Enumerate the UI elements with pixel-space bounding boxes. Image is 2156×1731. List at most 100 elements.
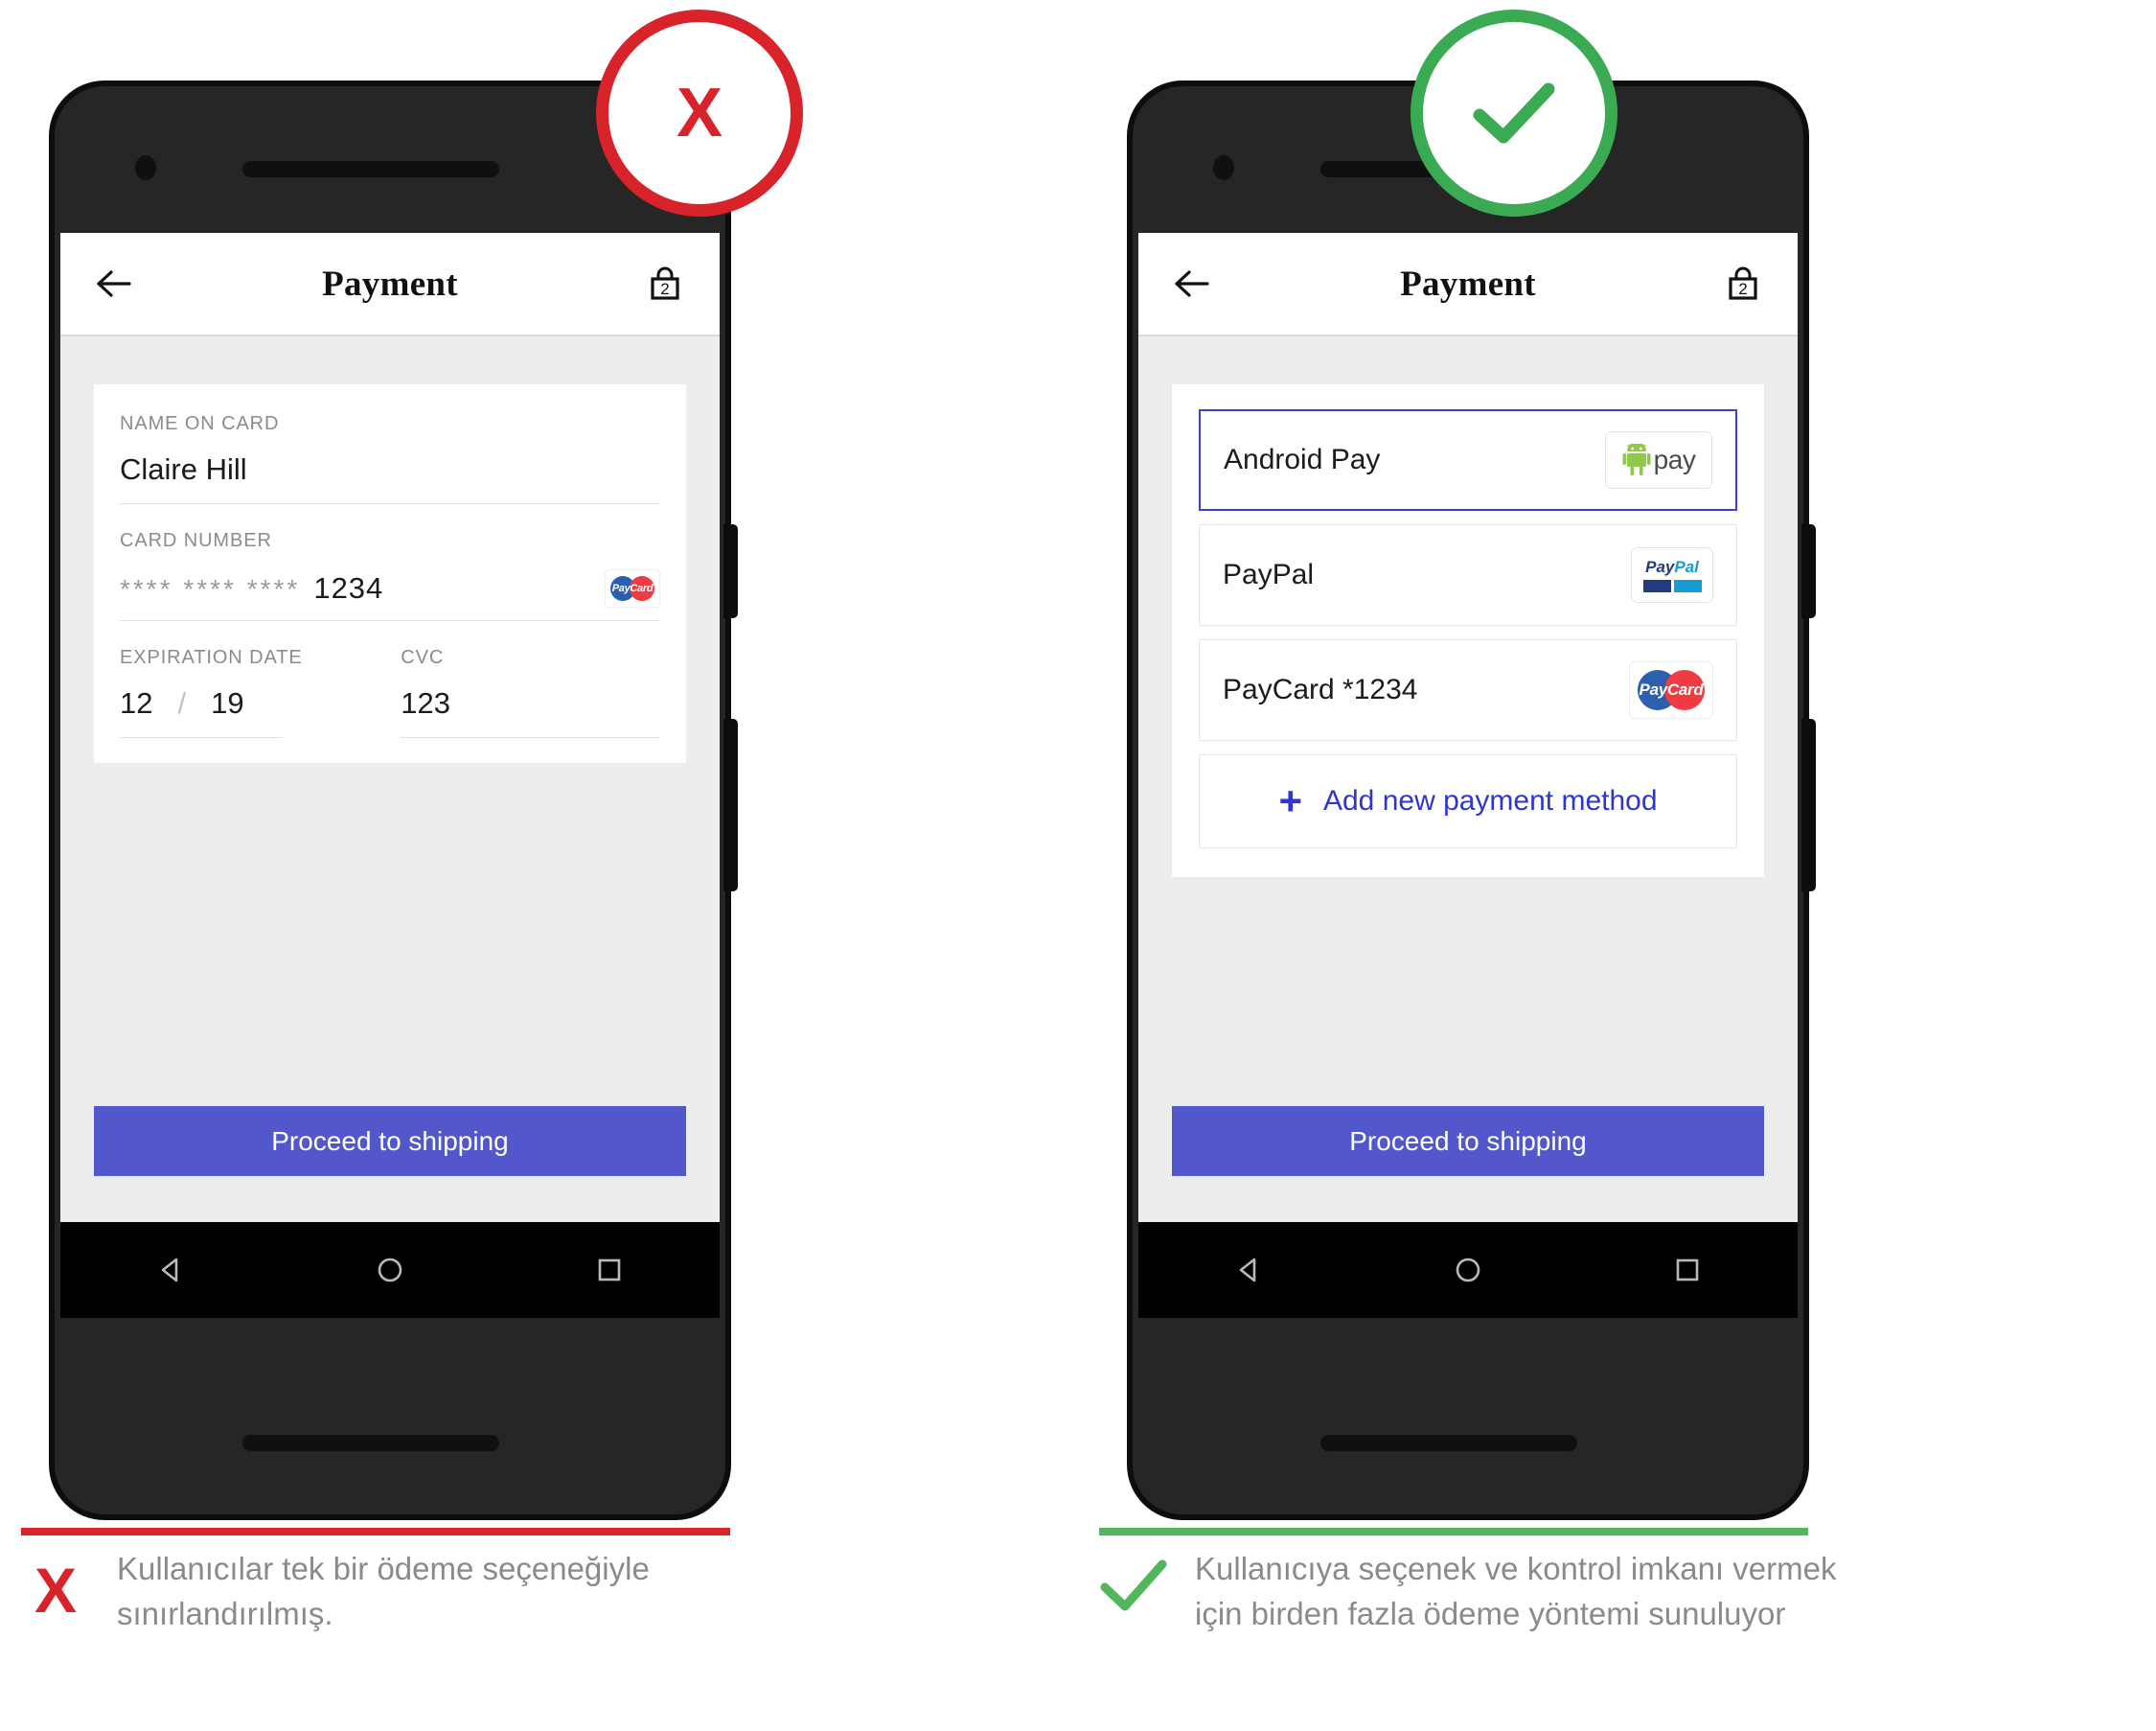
- volume-button[interactable]: [1801, 719, 1816, 891]
- front-camera-icon: [135, 155, 156, 180]
- name-on-card-value[interactable]: Claire Hill: [120, 452, 660, 503]
- nav-back-icon[interactable]: [150, 1250, 191, 1290]
- android-navigation-bar: [60, 1222, 720, 1318]
- caption-text: Kullanıcılar tek bir ödeme seçeneğiyle s…: [117, 1551, 650, 1631]
- android-pay-wordmark: pay: [1653, 445, 1696, 474]
- good-caption: Kullanıcıya seçenek ve kontrol imkanı ve…: [1099, 1547, 1856, 1637]
- cta-container: Proceed to shipping: [60, 1106, 720, 1176]
- cvc-field: CVC 123: [401, 647, 660, 738]
- nav-home-icon[interactable]: [370, 1250, 410, 1290]
- phone-mockup-bad: Payment 2 NAME ON CARD Claire Hill CARD …: [55, 86, 738, 1514]
- earpiece-speaker: [242, 161, 499, 177]
- nav-recents-icon[interactable]: [589, 1250, 630, 1290]
- method-label: PayPal: [1223, 559, 1315, 590]
- shopping-bag-icon[interactable]: 2: [643, 262, 687, 306]
- power-button[interactable]: [1801, 524, 1816, 618]
- caption-text: Kullanıcıya seçenek ve kontrol imkanı ve…: [1195, 1551, 1837, 1631]
- card-number-label: CARD NUMBER: [120, 530, 272, 551]
- cta-container: Proceed to shipping: [1138, 1106, 1798, 1176]
- nav-back-icon[interactable]: [1228, 1250, 1269, 1290]
- bad-divider-rule: [21, 1528, 730, 1535]
- page-title: Payment: [1400, 264, 1536, 304]
- paycard-wordmark: Pay Card: [610, 576, 654, 601]
- bad-example-panel: Payment 2 NAME ON CARD Claire Hill CARD …: [0, 0, 1078, 1731]
- android-pay-logo: pay: [1605, 431, 1712, 489]
- card-number-last4: 1234: [313, 571, 384, 605]
- app-bar: Payment 2: [60, 233, 720, 336]
- bag-count-label: 2: [660, 280, 669, 298]
- proceed-to-shipping-button[interactable]: Proceed to shipping: [94, 1106, 686, 1176]
- paycard-logo: Pay Card: [605, 569, 660, 608]
- page-title: Payment: [322, 264, 458, 304]
- bottom-speaker: [242, 1435, 499, 1451]
- paycard-word-pay: Pay: [611, 583, 631, 594]
- paypal-logo: PayPal: [1631, 547, 1713, 603]
- volume-button[interactable]: [723, 719, 738, 891]
- expiration-separator: /: [177, 686, 187, 720]
- method-label: Android Pay: [1224, 444, 1381, 475]
- caption-x-mark: X: [21, 1547, 90, 1622]
- expiration-date-value[interactable]: 12 / 19: [120, 686, 401, 737]
- name-on-card-label: NAME ON CARD: [120, 413, 280, 434]
- cvc-label: CVC: [401, 647, 445, 668]
- field-divider: [120, 620, 660, 621]
- screen-content: NAME ON CARD Claire Hill CARD NUMBER ***…: [60, 336, 720, 1222]
- paycard-word-pay: Pay: [1639, 681, 1668, 699]
- arrow-left-icon[interactable]: [93, 262, 137, 306]
- caption-check-mark: [1099, 1547, 1168, 1614]
- proceed-to-shipping-button[interactable]: Proceed to shipping: [1172, 1106, 1764, 1176]
- good-example-panel: Payment 2 Android Pay pay PayPal PayPal …: [1078, 0, 2156, 1731]
- power-button[interactable]: [723, 524, 738, 618]
- add-new-payment-method-button[interactable]: + Add new payment method: [1199, 754, 1737, 848]
- x-icon: X: [676, 75, 723, 151]
- arrow-left-icon[interactable]: [1171, 262, 1215, 306]
- bag-count-label: 2: [1738, 280, 1747, 298]
- card-number-row[interactable]: **** **** **** 1234 Pay Card: [120, 569, 660, 620]
- phone-screen-bad: Payment 2 NAME ON CARD Claire Hill CARD …: [60, 233, 720, 1318]
- expiration-month: 12: [120, 686, 153, 720]
- paycard-word-card: Card: [630, 583, 654, 594]
- bottom-speaker: [1320, 1435, 1577, 1451]
- payment-method-android-pay[interactable]: Android Pay pay: [1199, 409, 1737, 511]
- check-icon: [1100, 1559, 1167, 1611]
- field-divider: [120, 737, 283, 738]
- plus-icon: +: [1278, 778, 1302, 823]
- nav-home-icon[interactable]: [1448, 1250, 1488, 1290]
- screen-content: Android Pay pay PayPal PayPal PayCard *1…: [1138, 336, 1798, 1222]
- expiry-cvc-row: EXPIRATION DATE 12 / 19 CVC 123: [120, 647, 660, 738]
- android-navigation-bar: [1138, 1222, 1798, 1318]
- paycard-logo: Pay Card: [1629, 661, 1713, 719]
- android-robot-icon: [1622, 444, 1651, 475]
- paypal-bar-dark: [1642, 579, 1671, 592]
- good-divider-rule: [1099, 1528, 1808, 1535]
- expiration-year: 19: [211, 686, 244, 720]
- paypal-word-pay: Pay: [1645, 557, 1675, 576]
- card-number-mask: **** **** ****: [120, 574, 301, 604]
- paycard-mark: Pay Card: [1638, 670, 1705, 710]
- nav-recents-icon[interactable]: [1667, 1250, 1708, 1290]
- paycard-word-card: Card: [1666, 681, 1704, 699]
- shopping-bag-icon[interactable]: 2: [1721, 262, 1765, 306]
- front-camera-icon: [1213, 155, 1234, 180]
- payment-method-paycard[interactable]: PayCard *1234 Pay Card: [1199, 639, 1737, 741]
- paypal-bar-light: [1673, 579, 1702, 592]
- phone-mockup-good: Payment 2 Android Pay pay PayPal PayPal …: [1133, 86, 1816, 1514]
- expiration-field: EXPIRATION DATE 12 / 19: [120, 647, 401, 738]
- paypal-bars: [1642, 579, 1702, 592]
- card-number-value: **** **** **** 1234: [120, 571, 383, 606]
- phone-screen-good: Payment 2 Android Pay pay PayPal PayPal …: [1138, 233, 1798, 1318]
- good-badge: [1411, 10, 1617, 217]
- field-divider: [120, 503, 660, 504]
- x-icon: X: [34, 1555, 78, 1626]
- app-bar: Payment 2: [1138, 233, 1798, 336]
- cvc-value[interactable]: 123: [401, 686, 660, 737]
- check-icon: [1473, 82, 1555, 144]
- payment-method-paypal[interactable]: PayPal PayPal: [1199, 524, 1737, 626]
- method-label: PayCard *1234: [1223, 674, 1418, 705]
- paycard-mark: Pay Card: [610, 576, 654, 601]
- bad-caption: X Kullanıcılar tek bir ödeme seçeneğiyle…: [21, 1547, 730, 1637]
- card-form: NAME ON CARD Claire Hill CARD NUMBER ***…: [94, 384, 686, 763]
- expiration-date-label: EXPIRATION DATE: [120, 647, 303, 668]
- payment-methods-card: Android Pay pay PayPal PayPal PayCard *1…: [1172, 384, 1764, 877]
- field-divider: [401, 737, 660, 738]
